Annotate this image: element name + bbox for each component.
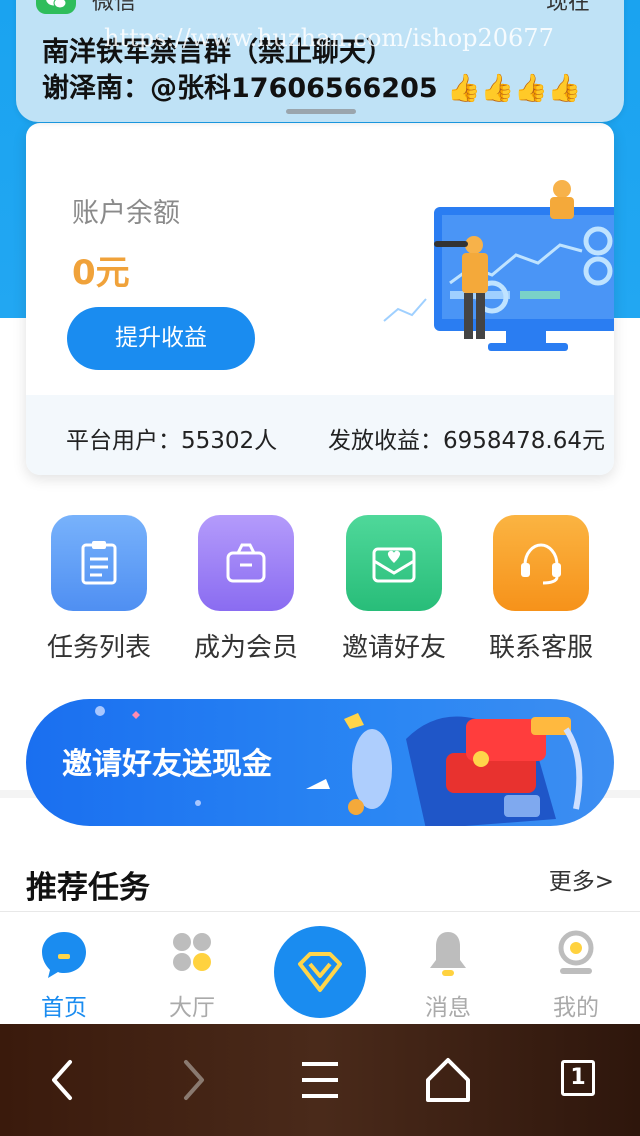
notification-body: 谢泽南：@张科17606566205 👍👍👍👍 bbox=[42, 73, 582, 104]
quick-become-member[interactable]: 成为会员 bbox=[172, 515, 320, 664]
notification-banner[interactable]: 微信 现在 南洋铁军禁言群（禁止聊天） https://www.huzhan.c… bbox=[16, 0, 624, 122]
tab-count-button[interactable]: 1 bbox=[561, 1060, 595, 1096]
bag-icon bbox=[198, 515, 294, 611]
notification-time: 现在 bbox=[545, 0, 590, 15]
center-diamond-button[interactable] bbox=[274, 926, 366, 1018]
grid-dots-icon bbox=[128, 926, 256, 982]
clipboard-icon bbox=[51, 515, 147, 611]
headset-icon bbox=[493, 515, 589, 611]
quick-label: 成为会员 bbox=[193, 633, 298, 663]
menu-icon[interactable] bbox=[290, 1054, 350, 1106]
browser-nav-bar: 1 bbox=[0, 1024, 640, 1136]
quick-task-list[interactable]: 任务列表 bbox=[25, 515, 173, 664]
quick-actions: 任务列表 成为会员 邀请好友 联系客服 bbox=[0, 515, 640, 665]
back-icon[interactable] bbox=[40, 1054, 100, 1106]
forward-icon[interactable] bbox=[164, 1054, 224, 1106]
diamond-icon bbox=[298, 952, 342, 992]
tab-label: 首页 bbox=[41, 995, 87, 1021]
tab-messages[interactable]: 消息 bbox=[384, 926, 512, 1022]
bell-icon bbox=[384, 926, 512, 982]
tab-label: 消息 bbox=[425, 995, 471, 1021]
platform-users: 平台用户：55302人 bbox=[66, 428, 278, 454]
profile-icon bbox=[512, 926, 640, 982]
wechat-icon bbox=[36, 0, 76, 14]
upgrade-earnings-button[interactable]: 提升收益 bbox=[67, 307, 255, 370]
banner-text: 邀请好友送现金 bbox=[62, 747, 272, 782]
quick-label: 邀请好友 bbox=[341, 633, 446, 663]
stats-bar: 平台用户：55302人 发放收益：6958478.64元 bbox=[26, 395, 614, 475]
watermark: https://www.huzhan.com/ishop20677 bbox=[104, 24, 554, 52]
tab-profile[interactable]: 我的 bbox=[512, 926, 640, 1022]
home-icon[interactable] bbox=[418, 1054, 478, 1106]
balance-label: 账户余额 bbox=[72, 198, 180, 229]
notification-handle[interactable] bbox=[286, 109, 356, 114]
quick-label: 任务列表 bbox=[46, 633, 151, 663]
quick-invite-friends[interactable]: 邀请好友 bbox=[320, 515, 468, 664]
invite-banner[interactable]: 邀请好友送现金 bbox=[26, 699, 614, 826]
tab-label: 大厅 bbox=[169, 995, 215, 1021]
dashboard-illustration bbox=[383, 180, 614, 351]
quick-label: 联系客服 bbox=[488, 633, 593, 663]
bottom-tab-bar: 首页 大厅 消息 我的 bbox=[0, 911, 640, 1025]
payout-total: 发放收益：6958478.64元 bbox=[328, 428, 606, 454]
envelope-heart-icon bbox=[346, 515, 442, 611]
more-link[interactable]: 更多> bbox=[549, 862, 614, 896]
notification-app-name: 微信 bbox=[92, 0, 137, 15]
quick-contact-support[interactable]: 联系客服 bbox=[467, 515, 615, 664]
tab-home[interactable]: 首页 bbox=[0, 926, 128, 1022]
tab-hall[interactable]: 大厅 bbox=[128, 926, 256, 1022]
recommended-tasks-title: 推荐任务 bbox=[26, 870, 150, 906]
balance-card: 账户余额 0元 提升收益 平台用户：55302人 发放收益：6958478.64… bbox=[26, 123, 614, 475]
balance-amount: 0元 bbox=[72, 253, 130, 293]
home-chat-icon bbox=[0, 926, 128, 982]
tab-label: 我的 bbox=[553, 995, 599, 1021]
